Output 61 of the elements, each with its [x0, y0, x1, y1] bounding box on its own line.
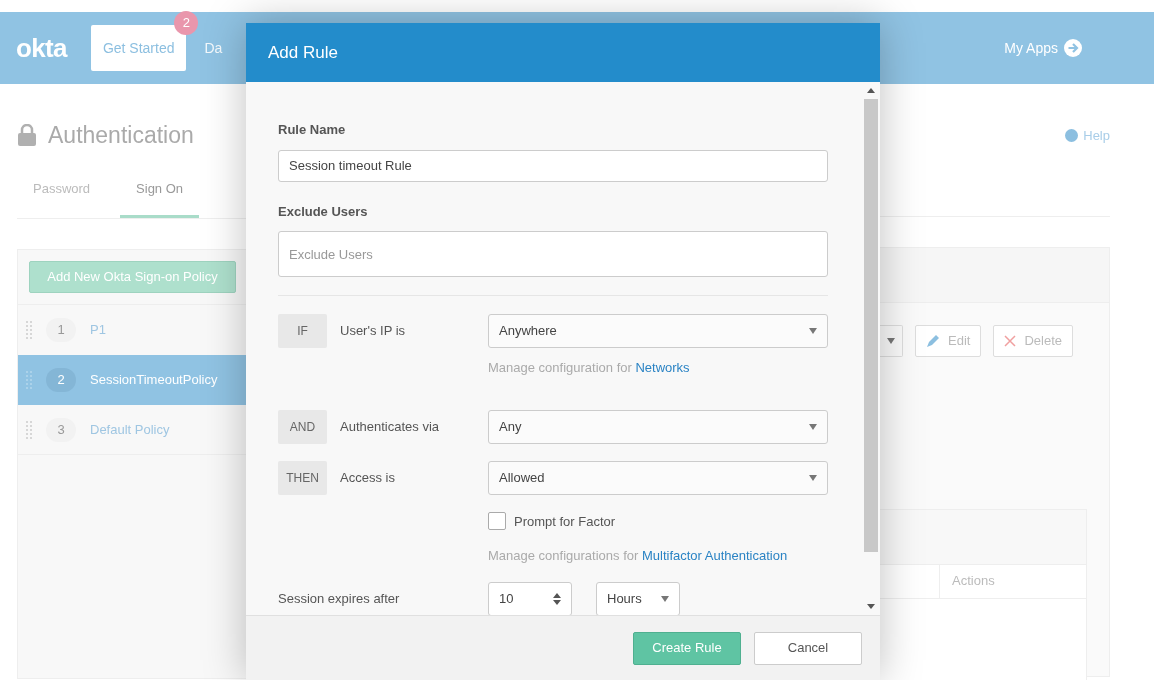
condition-label: Authenticates via: [339, 417, 440, 436]
condition-label: User's IP is: [339, 322, 407, 341]
policy-item[interactable]: 2 SessionTimeoutPolicy: [18, 355, 246, 405]
cancel-button[interactable]: Cancel: [754, 631, 862, 665]
drag-handle-icon: [26, 370, 32, 390]
condition-keyword: AND: [278, 409, 327, 444]
number-input[interactable]: 10: [488, 581, 572, 615]
checkbox-label: Prompt for Factor: [514, 512, 616, 531]
help-text: Manage configurations for Multifactor Authentication: [488, 547, 789, 565]
checkbox[interactable]: [488, 512, 506, 531]
rule-name-input[interactable]: Session timeout Rule: [278, 149, 828, 182]
spinner-icon: [553, 592, 561, 605]
condition-select[interactable]: Any: [488, 409, 828, 444]
page-title: Authentication: [48, 121, 194, 150]
logo: okta: [16, 31, 67, 65]
drag-handle-icon: [26, 320, 32, 340]
policy-number: 3: [46, 417, 76, 442]
condition-keyword: IF: [278, 314, 327, 348]
multifactor-link[interactable]: Multifactor Authentication: [641, 548, 788, 563]
column-header: Actions: [951, 572, 996, 591]
condition-keyword: THEN: [278, 460, 327, 495]
lock-icon: [18, 124, 36, 147]
create-rule-button[interactable]: Create Rule: [633, 631, 741, 665]
pencil-icon: [926, 333, 940, 348]
networks-link[interactable]: Networks: [635, 360, 690, 375]
field-label: Rule Name: [278, 121, 347, 139]
arrow-right-icon: [1064, 39, 1082, 57]
close-icon: [1004, 334, 1017, 347]
help-text: Manage configuration for Networks: [488, 359, 691, 377]
policy-item[interactable]: 3 Default Policy: [18, 405, 246, 455]
policy-item[interactable]: 1 P1: [18, 305, 246, 355]
session-label: Session expires after: [278, 590, 400, 606]
condition-select[interactable]: Allowed: [488, 460, 828, 495]
caret-icon: [809, 474, 817, 481]
caret-icon: [887, 337, 895, 344]
tab[interactable]: Sign On: [120, 178, 200, 218]
policy-number: 2: [46, 368, 76, 392]
unit-select[interactable]: Hours: [596, 581, 680, 615]
policy-number: 1: [46, 318, 76, 342]
policy-name: Default Policy: [90, 420, 170, 439]
my-apps-link[interactable]: My Apps: [1004, 37, 1082, 59]
drag-handle-icon: [26, 419, 32, 440]
add-policy-button[interactable]: Add New Okta Sign-on Policy: [29, 261, 236, 293]
policy-name: P1: [90, 321, 106, 340]
nav-tab[interactable]: Da: [202, 25, 225, 71]
caret-icon: [809, 423, 817, 430]
dialog-title: Add Rule: [268, 41, 338, 64]
condition-select[interactable]: Anywhere: [488, 314, 828, 348]
condition-label: Access is: [339, 468, 396, 487]
tab[interactable]: Password: [17, 178, 107, 218]
policy-name: SessionTimeoutPolicy: [90, 371, 218, 390]
caret-icon: [809, 328, 817, 334]
scroll-down-icon: [867, 604, 875, 609]
field-label: Exclude Users: [278, 202, 369, 221]
help-link[interactable]: Help: [1083, 126, 1110, 146]
scroll-up-icon: [867, 88, 875, 93]
caret-icon: [661, 595, 669, 602]
delete-button[interactable]: Delete: [993, 324, 1073, 357]
edit-button[interactable]: Edit: [915, 324, 982, 357]
notification-badge: 2: [174, 11, 199, 35]
exclude-users-input[interactable]: Exclude Users: [278, 231, 828, 277]
